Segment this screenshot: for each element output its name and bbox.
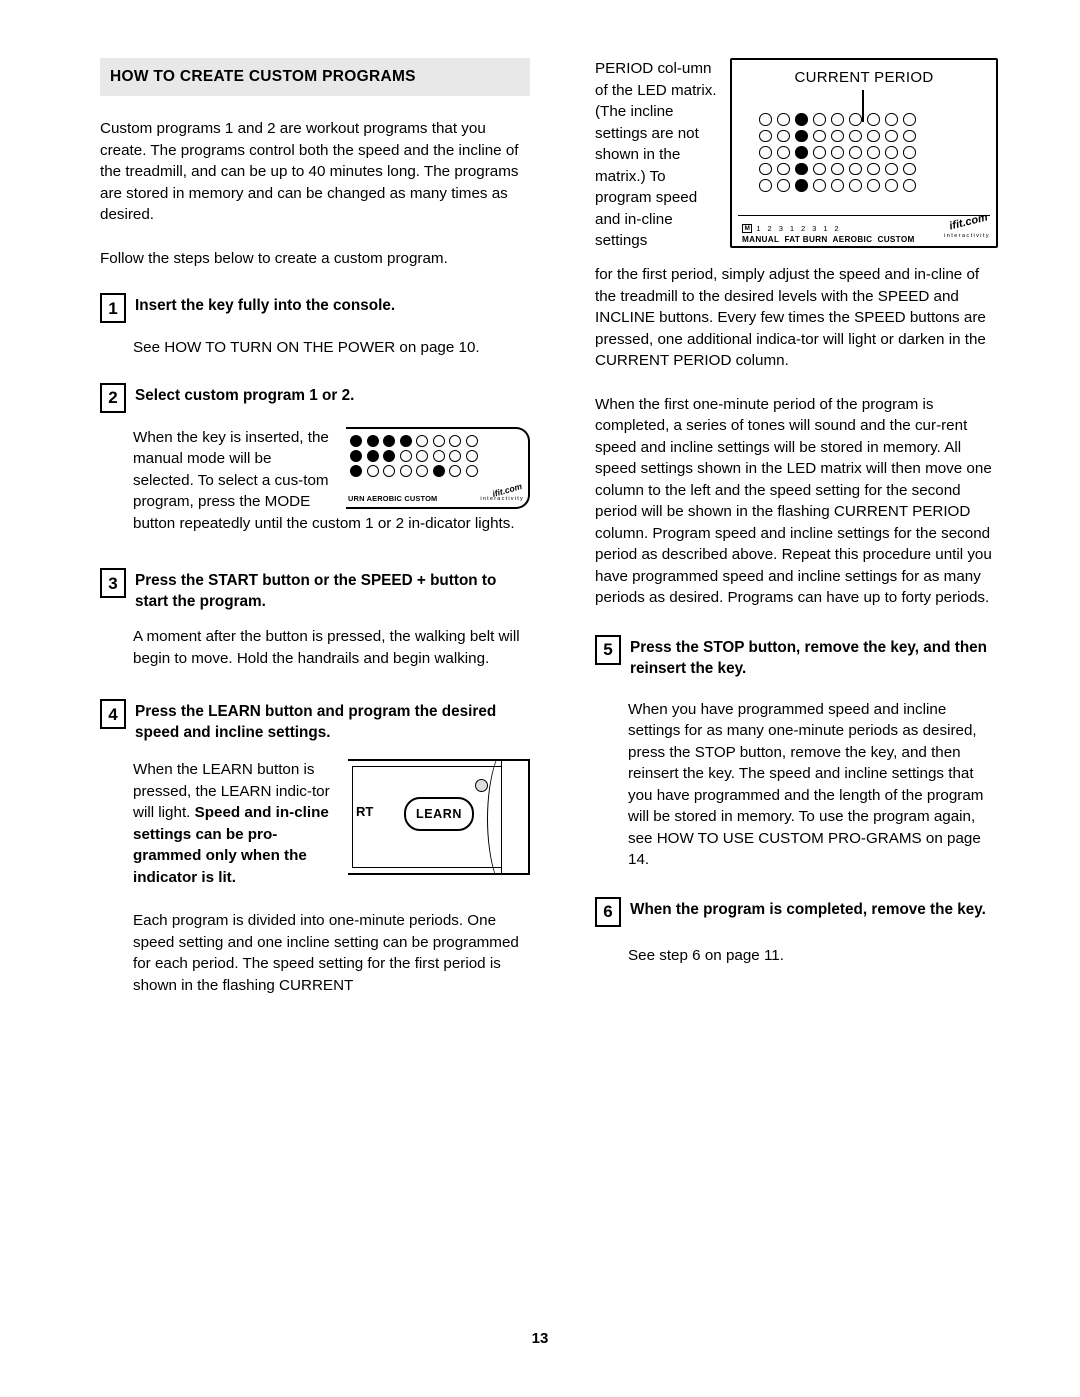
step-5-title: Press the STOP button, remove the key, a… — [630, 638, 988, 677]
right-column: CURRENT PERIOD M 1 2 3 1 2 3 1 2 MANUAL … — [595, 58, 1000, 966]
step-4: 4 Press the LEARN button and program the… — [100, 699, 530, 743]
right-paragraph-2: When the first one-minute period of the … — [595, 395, 992, 607]
page-number: 13 — [531, 1330, 549, 1347]
step-1-title: Insert the key fully into the console. — [135, 297, 396, 314]
start-button-label: RT — [356, 804, 374, 819]
step-3: 3 Press the START button or the SPEED + … — [100, 568, 530, 612]
manual-page: HOW TO CREATE CUSTOM PROGRAMS Custom pro… — [0, 0, 1080, 1397]
step-2-title: Select custom program 1 or 2. — [135, 386, 355, 404]
step-4-body-after: Each program is divided into one-minute … — [133, 912, 519, 994]
mode-label-fat-burn: FAT BURN — [784, 235, 828, 244]
step-6-number: 6 — [595, 896, 621, 927]
step-3-body: A moment after the button is pressed, th… — [133, 628, 520, 667]
step-6-body: See step 6 on page 11. — [628, 946, 784, 964]
step-1-number: 1 — [100, 293, 126, 323]
learn-button-figure: RT LEARN — [348, 759, 530, 875]
console-figure-small: URN AEROBIC CUSTOM ifit.com interactivit… — [346, 426, 530, 509]
step-3-title: Press the START button or the SPEED + bu… — [135, 572, 497, 610]
manual-indicator-icon: M — [742, 224, 753, 233]
current-period-figure: CURRENT PERIOD M 1 2 3 1 2 3 1 2 MANUAL … — [730, 58, 998, 248]
console-divider — [738, 214, 990, 216]
step-5-body: When you have programmed speed and incli… — [628, 700, 984, 869]
ifit-sub-logo-small: interactivity — [480, 495, 524, 502]
step-4-title: Press the LEARN button and program the d… — [135, 703, 497, 741]
step-2-number: 2 — [100, 382, 126, 413]
mode-label-aerobic: AEROBIC — [832, 235, 873, 244]
step-6-title: When the program is completed, remove th… — [630, 900, 986, 918]
step-4-number: 4 — [100, 699, 126, 729]
page-title: HOW TO CREATE CUSTOM PROGRAMS — [100, 58, 530, 96]
led-matrix-large — [759, 113, 921, 196]
step-6: 6 When the program is completed, remove … — [595, 896, 1000, 927]
step-1-body: See HOW TO TURN ON THE POWER on page 10. — [133, 339, 480, 356]
ifit-sub-logo-large: interactivity — [944, 233, 990, 239]
follow-steps-paragraph: Follow the steps below to create a custo… — [100, 249, 448, 267]
current-period-title: CURRENT PERIOD — [794, 69, 934, 86]
step-5: 5 Press the STOP button, remove the key,… — [595, 634, 1000, 679]
console-mode-labels-small: URN AEROBIC CUSTOM — [348, 493, 438, 503]
led-matrix-small — [350, 434, 482, 480]
left-column: HOW TO CREATE CUSTOM PROGRAMS Custom pro… — [100, 58, 530, 996]
step-5-number: 5 — [595, 634, 621, 665]
mode-label-manual: MANUAL — [742, 235, 780, 244]
learn-indicator-light — [475, 779, 488, 792]
intro-paragraph: Custom programs 1 and 2 are workout prog… — [100, 120, 519, 223]
learn-button: LEARN — [404, 797, 474, 831]
console-mode-labels-large: MANUAL FAT BURN AEROBIC CUSTOM — [742, 235, 915, 244]
mode-label-custom: CUSTOM — [877, 235, 915, 244]
step-3-number: 3 — [100, 568, 126, 598]
wrap-intro-paragraph: PERIOD col-umn of the LED matrix. (The i… — [595, 60, 717, 249]
learn-panel-curve — [487, 761, 528, 873]
right-paragraph-1: for the first period, simply adjust the … — [595, 266, 986, 369]
step-1: 1 Insert the key fully into the console. — [100, 293, 530, 323]
step-2: 2 Select custom program 1 or 2. — [100, 382, 530, 413]
console-period-numbers: 1 2 3 1 2 3 1 2 — [756, 224, 841, 233]
